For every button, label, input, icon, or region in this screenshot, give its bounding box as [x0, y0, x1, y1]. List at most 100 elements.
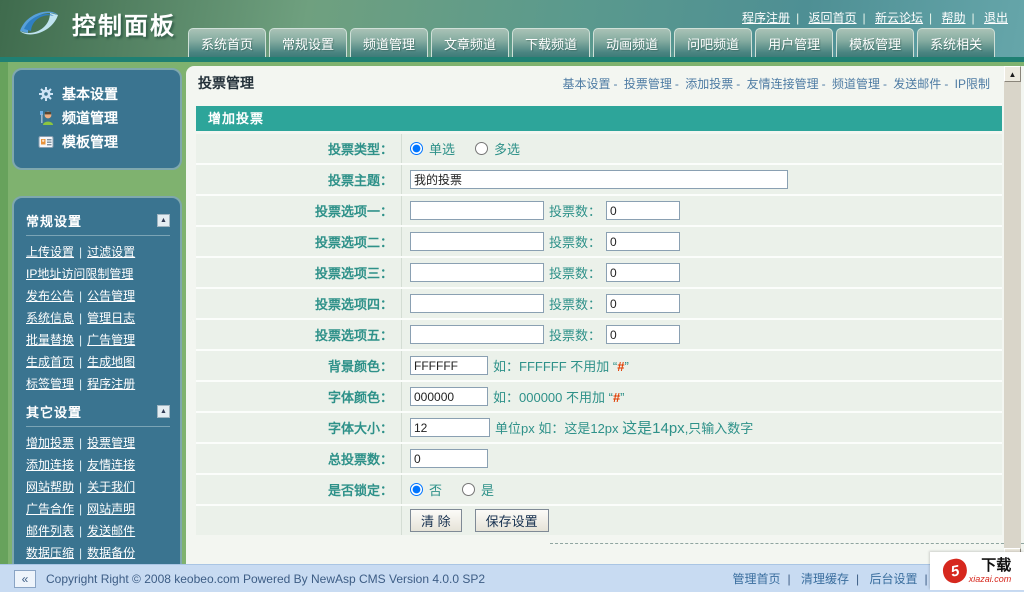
sidebar-link-row: 广告合作 | 网站声明 — [26, 502, 136, 516]
breadcrumb-link[interactable]: 投票管理 — [624, 77, 672, 91]
top-link[interactable]: 返回首页 — [809, 11, 857, 25]
watermark-cn-text: 下载 — [981, 557, 1012, 574]
sidebar-link[interactable]: 发布公告 — [26, 289, 74, 303]
sidebar-item-channel-management[interactable]: 频道管理 — [38, 106, 172, 130]
sidebar-item-basic-settings[interactable]: 基本设置 — [38, 82, 172, 106]
nav-tab[interactable]: 文章频道 — [431, 28, 510, 57]
collapse-section-button[interactable]: ▲ — [157, 213, 170, 227]
sidebar-link-panel: 常规设置 ▲ 上传设置 | 过滤设置 IP地址访问限制管理 发布公告 | 公告管理 — [12, 196, 182, 592]
nav-tab[interactable]: 常规设置 — [269, 28, 348, 57]
breadcrumb-link[interactable]: 基本设置 — [563, 77, 611, 91]
bg-color-input[interactable] — [410, 356, 488, 375]
sidebar-link[interactable]: 系统信息 — [26, 311, 74, 325]
font-color-input[interactable] — [410, 387, 488, 406]
font-size-input[interactable] — [410, 418, 490, 437]
vote-option-input[interactable] — [410, 325, 544, 344]
breadcrumb-link[interactable]: 添加投票 — [685, 77, 733, 91]
sidebar-link[interactable]: 增加投票 — [26, 436, 74, 450]
nav-tab[interactable]: 频道管理 — [350, 28, 429, 57]
template-card-icon — [38, 136, 54, 148]
sidebar-link[interactable]: 关于我们 — [87, 480, 135, 494]
vote-count-input[interactable] — [606, 232, 681, 251]
vote-type-multi-radio[interactable] — [475, 142, 489, 155]
sidebar-link[interactable]: 生成首页 — [26, 355, 74, 369]
collapse-section-button[interactable]: ▲ — [157, 404, 170, 418]
vote-type-single-label[interactable]: 单选 — [429, 139, 455, 158]
lock-yes-label[interactable]: 是 — [481, 480, 494, 499]
breadcrumb-link[interactable]: 频道管理 — [832, 77, 880, 91]
sidebar-section-header: 其它设置 ▲ — [26, 399, 170, 423]
lock-yes-radio[interactable] — [462, 483, 476, 496]
sidebar-link[interactable]: 管理日志 — [87, 311, 135, 325]
sidebar-item-template-management[interactable]: 模板管理 — [38, 130, 172, 154]
vote-option-input[interactable] — [410, 201, 544, 220]
vote-count-label: 投票数： — [549, 235, 602, 250]
breadcrumb-link[interactable]: IP限制 — [955, 77, 990, 91]
vote-count-input[interactable] — [606, 263, 681, 282]
section-header-add-vote: 增加投票 — [196, 106, 1002, 131]
sidebar-link[interactable]: 投票管理 — [87, 436, 135, 450]
sidebar-link[interactable]: 广告管理 — [87, 333, 135, 347]
nav-tab[interactable]: 系统相关 — [917, 28, 996, 57]
vote-count-input[interactable] — [606, 201, 681, 220]
sidebar-link[interactable]: 网站帮助 — [26, 480, 74, 494]
lock-no-radio[interactable] — [410, 483, 423, 496]
vote-type-single-radio[interactable] — [410, 142, 423, 155]
footer-link[interactable]: 清理缓存 — [801, 572, 849, 586]
sidebar-link[interactable]: 广告合作 — [26, 502, 74, 516]
vote-option-label: 投票选项三： — [196, 258, 402, 287]
watermark-badge: 5 下载 xiazai.com — [930, 552, 1024, 590]
top-link[interactable]: 程序注册 — [742, 11, 790, 25]
vote-option-input[interactable] — [410, 294, 544, 313]
sidebar-link[interactable]: 邮件列表 — [26, 524, 74, 538]
vote-subject-input[interactable] — [410, 170, 788, 189]
vote-count-label: 投票数： — [549, 297, 602, 312]
sidebar-link-row: IP地址访问限制管理 — [26, 263, 170, 285]
sidebar-link[interactable]: 生成地图 — [87, 355, 135, 369]
nav-tab[interactable]: 用户管理 — [755, 28, 834, 57]
breadcrumb-link[interactable]: 发送邮件 — [893, 77, 941, 91]
sidebar-link[interactable]: 上传设置 — [26, 245, 74, 259]
vote-type-multi-label[interactable]: 多选 — [494, 139, 520, 158]
lock-no-label[interactable]: 否 — [429, 480, 442, 499]
nav-tab[interactable]: 系统首页 — [188, 28, 267, 57]
top-link[interactable]: 帮助 — [942, 11, 966, 25]
vote-count-input[interactable] — [606, 325, 681, 344]
sidebar-link[interactable]: 标签管理 — [26, 377, 74, 391]
breadcrumb-link[interactable]: 友情连接管理 — [747, 77, 819, 91]
sidebar-link[interactable]: 批量替换 — [26, 333, 74, 347]
vote-count-label: 投票数： — [549, 328, 602, 343]
footer-collapse-button[interactable]: « — [14, 569, 36, 588]
sidebar-link[interactable]: 发送邮件 — [87, 524, 135, 538]
sidebar-link[interactable]: 数据压缩 — [26, 546, 74, 560]
vote-option-input[interactable] — [410, 263, 544, 282]
sidebar-link[interactable]: 友情连接 — [87, 458, 135, 472]
clear-button[interactable]: 清 除 — [410, 509, 462, 532]
dashed-divider — [550, 543, 1024, 544]
vote-count-input[interactable] — [606, 294, 681, 313]
sidebar-link[interactable]: 过滤设置 — [87, 245, 135, 259]
nav-tab[interactable]: 模板管理 — [836, 28, 915, 57]
vote-option-input[interactable] — [410, 232, 544, 251]
nav-tab[interactable]: 问吧频道 — [674, 28, 753, 57]
sidebar-section-title: 其它设置 — [26, 404, 83, 420]
main-content: 投票管理 基本设置 - 投票管理 - 添加投票 - 友情连接管理 - 频道管理 - 发送邮… — [186, 66, 1024, 564]
sidebar-link[interactable]: IP地址访问限制管理 — [26, 267, 133, 281]
save-settings-button[interactable]: 保存设置 — [474, 509, 549, 532]
watermark-logo-icon: 5 — [940, 556, 969, 586]
bg-color-hint: 如：FFFFFF 不用加 “ — [493, 359, 618, 374]
total-votes-input[interactable] — [410, 449, 488, 468]
top-link[interactable]: 退出 — [984, 11, 1008, 25]
footer-link[interactable]: 后台设置 — [870, 572, 918, 586]
sidebar-link[interactable]: 添加连接 — [26, 458, 74, 472]
top-link[interactable]: 新云论坛 — [875, 11, 923, 25]
sidebar-link[interactable]: 数据备份 — [87, 546, 135, 560]
sidebar-link[interactable]: 网站声明 — [87, 502, 135, 516]
sidebar-link[interactable]: 程序注册 — [87, 377, 135, 391]
sidebar-link[interactable]: 公告管理 — [87, 289, 135, 303]
nav-tab[interactable]: 下载频道 — [512, 28, 591, 57]
nav-tab[interactable]: 动画频道 — [593, 28, 672, 57]
content-scrollbar[interactable]: ▲ ▼ — [1004, 66, 1021, 564]
footer-link[interactable]: 管理首页 — [733, 572, 781, 586]
scroll-up-button[interactable]: ▲ — [1004, 66, 1021, 82]
